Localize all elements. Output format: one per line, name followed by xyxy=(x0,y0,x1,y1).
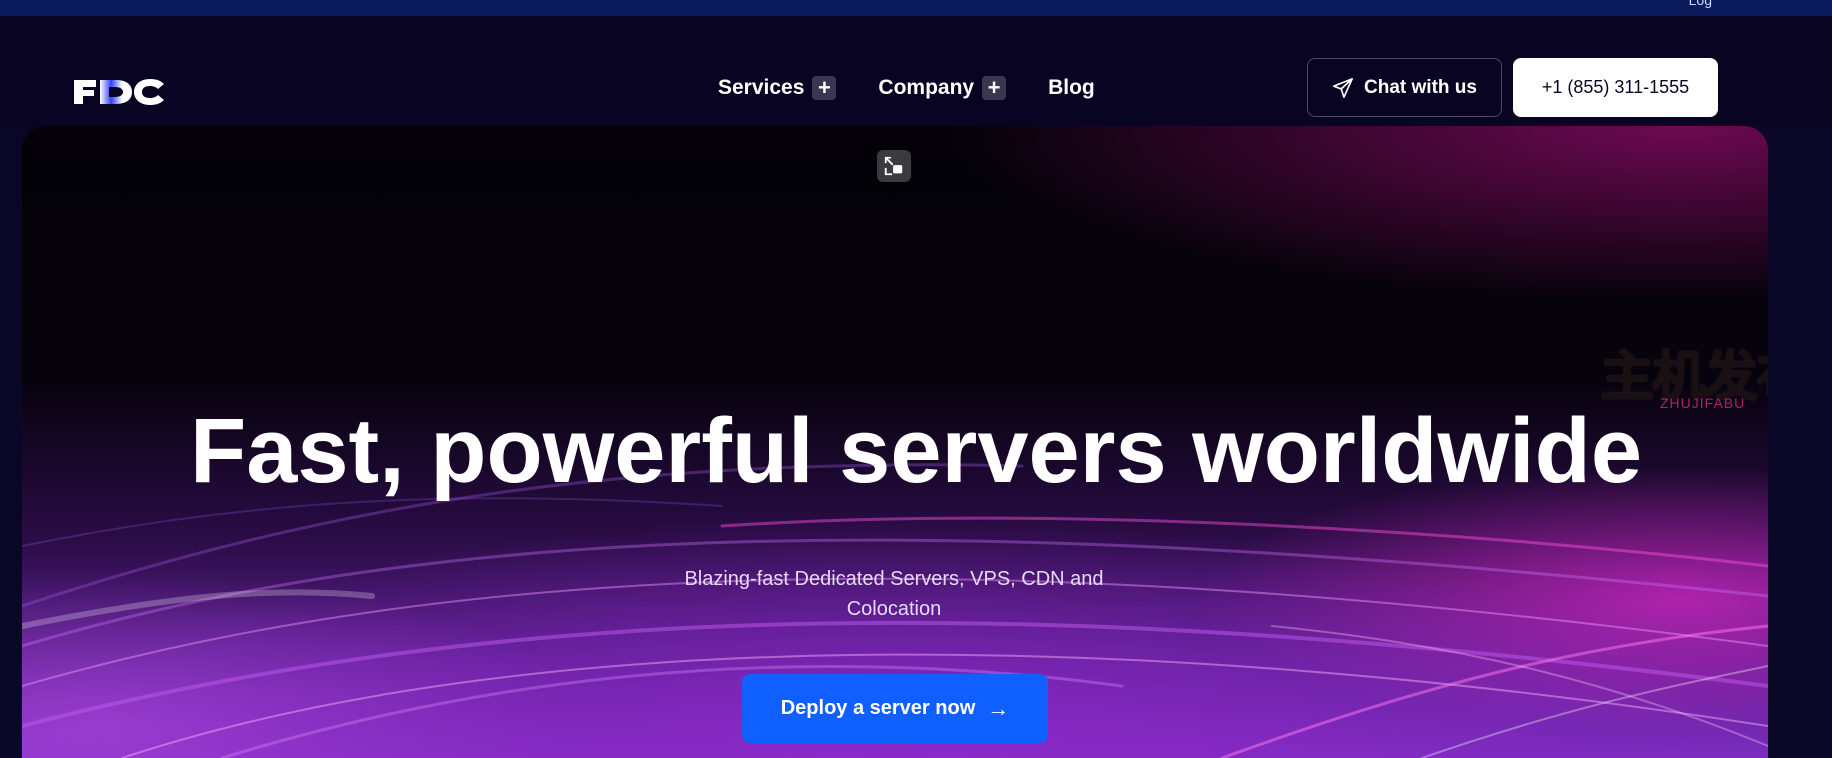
chat-button-label: Chat with us xyxy=(1364,76,1477,98)
top-strip-partial-text[interactable]: Log xyxy=(1689,0,1712,8)
hero-headline: Fast, powerful servers worldwide xyxy=(190,400,1642,502)
nav-item-services[interactable]: Services + xyxy=(718,76,837,100)
send-icon xyxy=(1333,77,1354,98)
fdc-logo[interactable] xyxy=(72,66,172,106)
main-nav: Services + Company + Blog xyxy=(718,68,1095,108)
arrow-right-icon: → xyxy=(987,695,1010,721)
site-header: Services + Company + Blog Chat with us +… xyxy=(0,16,1832,126)
chat-with-us-button[interactable]: Chat with us xyxy=(1307,58,1502,117)
plus-icon[interactable]: + xyxy=(982,76,1007,100)
hero-subheadline: Blazing-fast Dedicated Servers, VPS, CDN… xyxy=(684,568,1104,620)
fdc-logo-icon xyxy=(74,79,164,105)
expand-glyph-icon xyxy=(884,156,903,176)
deploy-server-button[interactable]: Deploy a server now → xyxy=(742,674,1048,743)
expand-icon[interactable] xyxy=(877,150,911,182)
phone-number-button[interactable]: +1 (855) 311-1555 xyxy=(1513,58,1718,117)
cta-label: Deploy a server now xyxy=(780,697,976,719)
nav-item-label: Company xyxy=(878,76,975,99)
nav-item-label: Services xyxy=(718,76,805,99)
phone-button-label: +1 (855) 311-1555 xyxy=(1541,77,1690,97)
nav-item-blog[interactable]: Blog xyxy=(1048,76,1095,100)
top-strip: Log xyxy=(0,0,1832,16)
nav-item-company[interactable]: Company + xyxy=(878,76,1007,100)
nav-item-label: Blog xyxy=(1048,76,1095,99)
plus-icon[interactable]: + xyxy=(812,76,837,100)
